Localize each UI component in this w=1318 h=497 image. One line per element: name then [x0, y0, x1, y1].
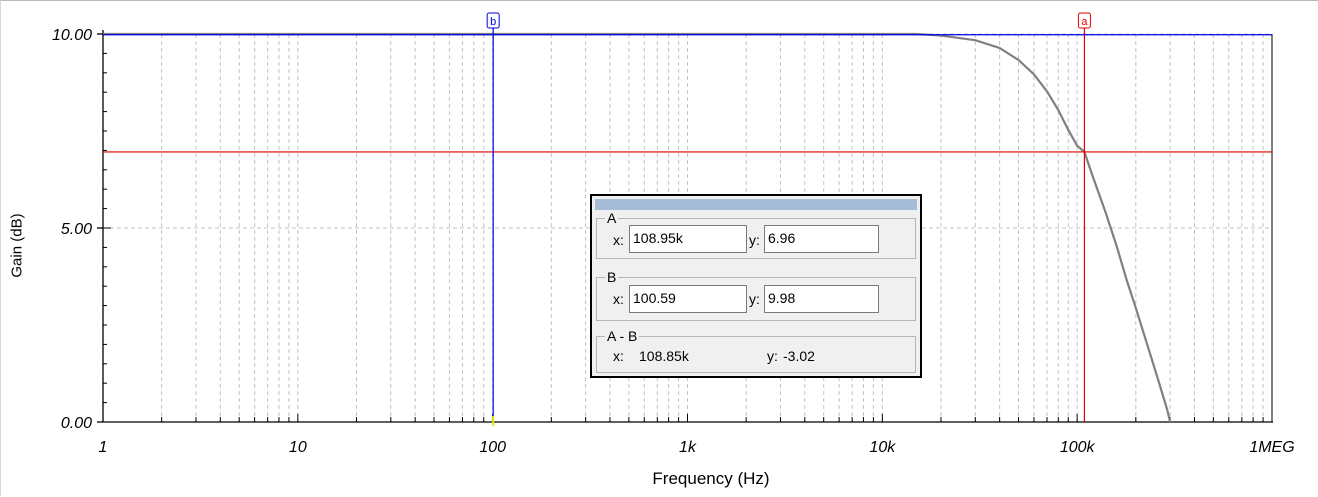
cursor-b-y-field[interactable]: 9.98 — [764, 285, 879, 313]
cursor-diff-title: A - B — [605, 328, 640, 344]
cursor-b-group: B x: 100.59 y: 9.98 — [596, 269, 916, 321]
cursor-readout-panel[interactable]: A x: 108.95k y: 6.96 B x: 100.59 y: 9.98… — [590, 194, 922, 378]
x-tick-label: 10 — [289, 439, 307, 456]
cursor-diff-x-value: 108.85k — [639, 348, 689, 364]
cursor-b-y-label: y: — [749, 291, 760, 307]
cursor-a-marker-label: a — [1081, 16, 1088, 28]
y-tick-label: 5.00 — [61, 221, 92, 238]
cursor-a-y-field[interactable]: 6.96 — [764, 225, 879, 253]
y-tick-label: 0.00 — [61, 415, 92, 432]
cursor-diff-y-value: -3.02 — [783, 348, 815, 364]
cursor-b-title: B — [605, 269, 619, 285]
cursor-a-x-field[interactable]: 108.95k — [629, 225, 747, 253]
x-tick-label: 1k — [679, 439, 697, 456]
cursor-b-x-label: x: — [613, 291, 624, 307]
cursor-diff-y-label: y: — [767, 348, 778, 364]
plot-window: 1 10 100 1k 10k 100k 1MEG 0.00 5.00 10.00 a b Gain… — [0, 0, 1318, 496]
cursor-panel-titlebar[interactable] — [595, 199, 917, 210]
cursor-a-y-label: y: — [749, 232, 760, 248]
x-tick-label: 100k — [1060, 439, 1096, 456]
cursor-a-title: A — [605, 210, 619, 226]
cursor-a-group: A x: 108.95k y: 6.96 — [596, 210, 916, 259]
y-axis-label: Gain (dB) — [8, 213, 26, 278]
cursor-diff-group: A - B x: 108.85k y: -3.02 — [596, 328, 916, 373]
cursor-b-x-field[interactable]: 100.59 — [629, 285, 747, 313]
cursor-diff-x-label: x: — [613, 348, 624, 364]
y-tick-label: 10.00 — [52, 27, 92, 44]
cursor-b-marker-label: b — [490, 16, 496, 28]
x-tick-label: 10k — [869, 439, 896, 456]
x-axis-label: Frequency (Hz) — [652, 469, 770, 488]
cursor-a-x-label: x: — [613, 232, 624, 248]
x-tick-label: 1MEG — [1249, 439, 1294, 456]
x-tick-label: 1 — [99, 439, 108, 456]
x-tick-label: 100 — [479, 439, 506, 456]
